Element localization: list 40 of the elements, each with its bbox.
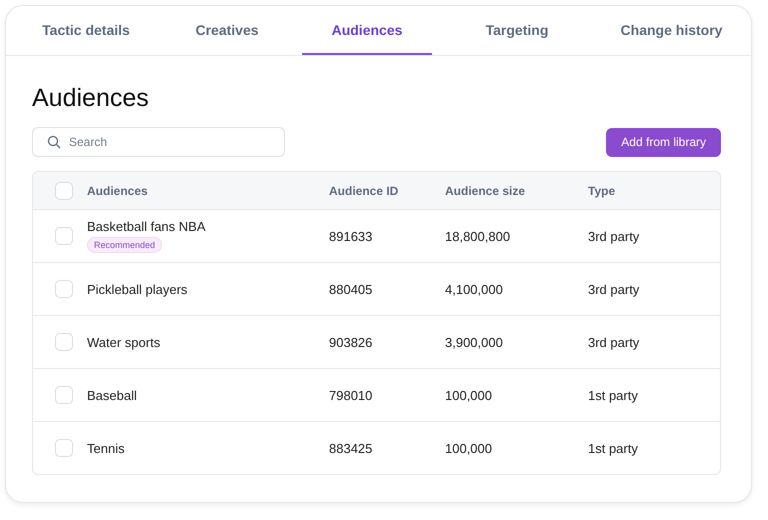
table-cell-text: 3,900,000 [445,334,504,350]
table-cell-text: 100,000 [445,388,493,402]
add-from-library-button[interactable]: Add from library [606,128,721,156]
table-cell-text: 3rd party [588,228,640,244]
audience-name: Water sports [87,334,160,350]
search-field[interactable]: Search [32,127,285,157]
table-cell-text: 1st party [588,388,639,402]
tab[interactable]: Tactic details [20,6,152,55]
tab[interactable]: Targeting [452,6,582,55]
tab[interactable]: Creatives [172,6,282,55]
table-cell-text: 3rd party [588,282,640,296]
tab[interactable]: Audiences [302,6,432,55]
column-header: Audience ID [329,184,400,198]
table-cell-text: 798010 [329,388,374,402]
table-cell-text: 1st party [588,440,639,456]
column-header: Audience size [445,184,526,198]
page-title: Audiences [32,84,150,113]
table-cell-text: 891633 [329,228,374,244]
audience-name: Tennis [87,440,125,456]
table-cell-text: 18,800,800 [445,228,512,244]
table-cell-text: 3rd party [588,334,640,350]
checkbox[interactable] [55,439,73,457]
checkbox[interactable] [55,280,73,298]
checkbox[interactable] [55,333,73,351]
column-header: Type [588,184,616,198]
audience-name: Pickleball players [87,282,188,296]
tab[interactable]: Change history [602,6,741,55]
recommended-badge: Recommended [87,237,162,253]
checkbox[interactable] [55,182,73,200]
table-cell-text: 903826 [329,334,374,350]
table-cell-text: 880405 [329,282,374,296]
column-header: Audiences [87,184,149,198]
checkbox[interactable] [55,386,73,404]
table-cell-text: 4,100,000 [445,282,504,296]
table-cell-text: 883425 [329,440,374,456]
search-icon [47,135,61,149]
audience-name: Baseball [87,388,137,402]
checkbox[interactable] [55,227,73,245]
audience-name: Basketball fans NBA [87,219,206,234]
table-cell-text: 100,000 [445,440,493,456]
